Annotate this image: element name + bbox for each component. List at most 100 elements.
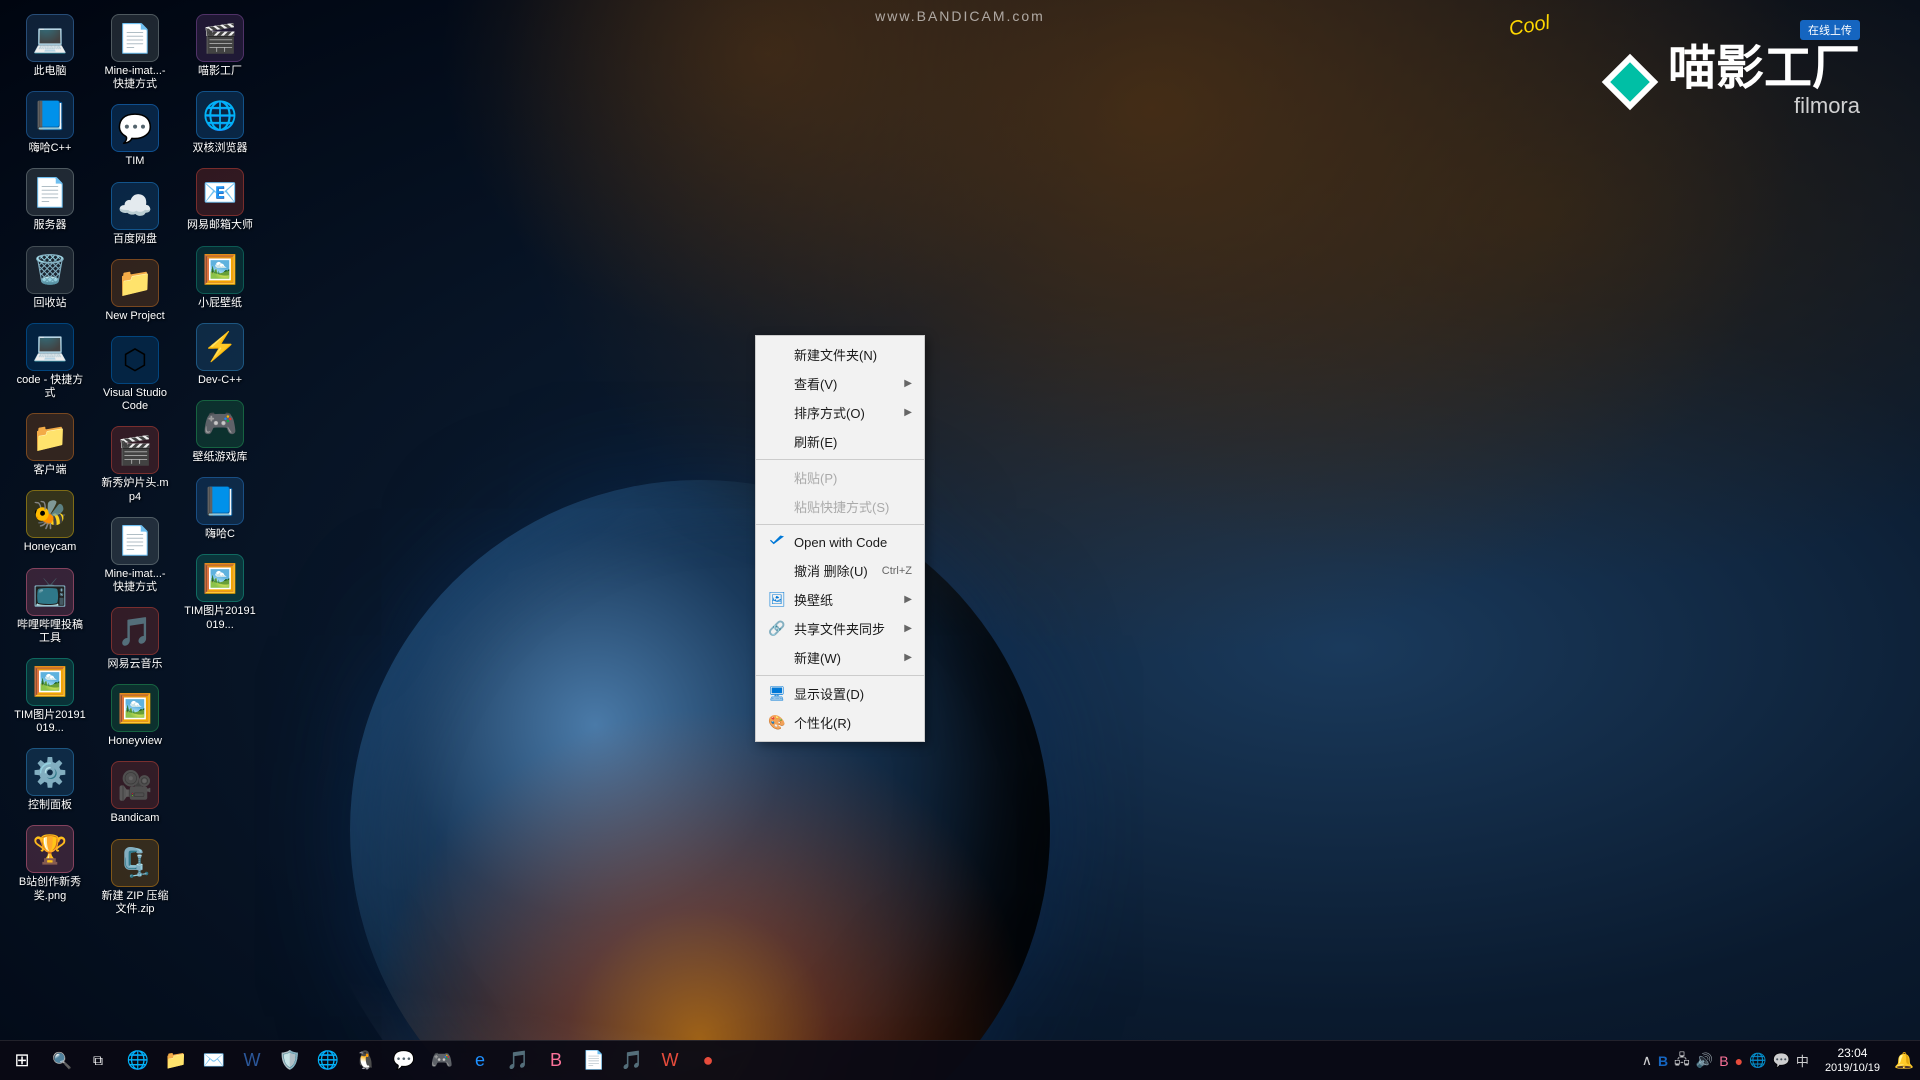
context-menu-item-new-folder[interactable]: 新建文件夹(N) [756,340,924,369]
context-item-icon-wallpaper-sub: 🖼 [768,591,786,609]
tray-lang[interactable]: 中 [1796,1051,1809,1070]
context-menu-item-new[interactable]: 新建(W)▶ [756,643,924,672]
brand-text: 喵影工厂 filmora [1668,45,1860,119]
context-item-label-refresh: 刷新(E) [794,432,912,451]
context-menu-item-sort[interactable]: 排序方式(O)▶ [756,398,924,427]
desktop: www.BANDICAM.com Cool 在线上传 喵影工厂 filmora … [0,0,1920,1080]
desktop-icon-bilibili-award[interactable]: 🏆B站创作新秀奖.png [10,821,90,906]
desktop-icon-new-zip[interactable]: 🗜️新建 ZIP 压缩文件.zip [95,835,175,920]
taskbar: ⊞ 🔍 ⧉ 🌐 📁 ✉️ W 🛡️ 🌐 🐧 💬 🎮 e 🎵 B 📄 🎵 W ● … [0,1040,1920,1080]
icon-label-new-clip: 新秀炉片头.mp4 [99,477,171,503]
desktop-icon-bibicast[interactable]: 📺哔哩哔哩投稿工具 [10,564,90,649]
taskbar-word2[interactable]: W [652,1043,688,1079]
desktop-icon-control-panel[interactable]: ⚙️控制面板 [10,744,90,816]
desktop-icon-code-shortcut[interactable]: 💻code - 快捷方式 [10,319,90,404]
icon-label-honeycam: Honeycam [24,541,77,554]
task-view-button[interactable]: ⧉ [80,1043,116,1079]
desktop-icon-customer-service[interactable]: 📁客户端 [10,409,90,481]
desktop-icon-tim-image2[interactable]: 🖼️TIM图片20191019... [180,550,260,635]
desktop-icon-small-wall[interactable]: 🖼️小屁壁纸 [180,242,260,314]
context-item-arrow-wallpaper-sub: ▶ [904,594,912,605]
icon-img-customer-service: 📁 [26,413,74,461]
desktop-icon-tim[interactable]: 💬TIM [95,100,175,172]
notification-button[interactable]: 🔔 [1888,1041,1920,1080]
context-item-icon-share-sync: 🔗 [768,620,786,638]
desktop-icon-mine-shortcut2[interactable]: 📄Mine-imat...-快捷方式 [95,513,175,598]
brand-title: 喵影工厂 [1668,45,1860,93]
tray-network-icon[interactable]: 🖧 [1674,1049,1690,1073]
brand-logo: 喵影工厂 filmora [1603,45,1860,119]
brand-overlay: 在线上传 喵影工厂 filmora [1603,20,1860,119]
watermark: www.BANDICAM.com [875,8,1045,24]
desktop-icon-honeycam[interactable]: 🐝Honeycam [10,486,90,558]
taskbar-music[interactable]: 🎵 [500,1043,536,1079]
taskbar-word[interactable]: W [234,1043,270,1079]
tray-misc1[interactable]: B [1719,1053,1728,1069]
context-menu-item-wallpaper-sub[interactable]: 🖼 换壁纸 ▶ [756,585,924,614]
context-menu-item-view[interactable]: 查看(V)▶ [756,369,924,398]
desktop-icon-dual-browser[interactable]: 🌐双核浏览器 [180,87,260,159]
taskbar-ie[interactable]: e [462,1043,498,1079]
icon-img-tim-image2: 🖼️ [196,554,244,602]
taskbar-clock[interactable]: 23:04 2019/10/19 [1817,1046,1888,1076]
desktop-icon-recycle-bin[interactable]: 🗑️回收站 [10,242,90,314]
desktop-icon-learn-c[interactable]: 📘嗨哈C [180,473,260,545]
context-menu-item-open-with-code[interactable]: Open with Code [756,528,924,556]
taskbar-netease[interactable]: 🎵 [614,1043,650,1079]
taskbar-defender[interactable]: 🛡️ [272,1043,308,1079]
desktop-icon-tim-image[interactable]: 🖼️TIM图片20191019... [10,654,90,739]
icon-img-learn-cpp: 📘 [26,91,74,139]
taskbar-wechat[interactable]: 💬 [386,1043,422,1079]
desktop-icon-new-project[interactable]: 📁New Project [95,255,175,327]
icon-label-miao-factory: 喵影工厂 [198,65,242,78]
desktop-icon-services[interactable]: 📄服务器 [10,164,90,236]
context-item-icon-new [768,649,786,667]
icon-img-tim-image: 🖼️ [26,658,74,706]
taskbar-mail[interactable]: ✉️ [196,1043,232,1079]
taskbar-items: 🌐 📁 ✉️ W 🛡️ 🌐 🐧 💬 🎮 e 🎵 B 📄 🎵 W ● [116,1041,1634,1080]
desktop-icon-wallpaper-lib[interactable]: 🎮壁纸游戏库 [180,396,260,468]
desktop-icon-miao-factory[interactable]: 🎬喵影工厂 [180,10,260,82]
icon-label-code-shortcut: code - 快捷方式 [14,374,86,400]
context-item-label-view: 查看(V) [794,374,900,393]
tray-misc2[interactable]: ● [1735,1053,1743,1069]
context-menu-item-undo[interactable]: 撤消 删除(U)Ctrl+Z [756,556,924,585]
tray-volume-icon[interactable]: 🔊 [1696,1052,1713,1069]
desktop-icon-new-clip[interactable]: 🎬新秀炉片头.mp4 [95,422,175,507]
tray-misc4[interactable]: 💬 [1772,1052,1789,1069]
tray-b-icon[interactable]: B [1658,1053,1668,1069]
taskbar-steam[interactable]: 🎮 [424,1043,460,1079]
desktop-icon-email-master[interactable]: 📧网易邮箱大师 [180,164,260,236]
taskbar-edge[interactable]: 🌐 [120,1043,156,1079]
search-button[interactable]: 🔍 [44,1041,80,1080]
context-menu-item-personalize[interactable]: 🎨个性化(R) [756,708,924,737]
taskbar-bilibili[interactable]: B [538,1043,574,1079]
desktop-icon-baiduyun[interactable]: ☁️百度网盘 [95,178,175,250]
desktop-icon-honeyview[interactable]: 🖼️Honeyview [95,680,175,752]
desktop-icon-bandicam[interactable]: 🎥Bandicam [95,757,175,829]
desktop-icon-netease-music[interactable]: 🎵网易云音乐 [95,603,175,675]
desktop-icon-vscode[interactable]: ⬡Visual Studio Code [95,332,175,417]
desktop-icon-learn-cpp[interactable]: 📘嗨哈C++ [10,87,90,159]
start-button[interactable]: ⊞ [0,1041,44,1080]
taskbar-misc[interactable]: ● [690,1043,726,1079]
taskbar-network[interactable]: 🌐 [310,1043,346,1079]
tray-up-arrow[interactable]: ∧ [1642,1052,1652,1069]
taskbar-qq[interactable]: 🐧 [348,1043,384,1079]
icon-label-dual-browser: 双核浏览器 [193,142,248,155]
context-item-label-paste: 粘贴(P) [794,468,912,487]
icon-img-wallpaper-lib: 🎮 [196,400,244,448]
desktop-icon-this-pc[interactable]: 💻此电脑 [10,10,90,82]
desktop-icon-devcpp[interactable]: ⚡Dev-C++ [180,319,260,391]
taskbar-files[interactable]: 📄 [576,1043,612,1079]
context-menu-item-share-sync[interactable]: 🔗共享文件夹同步▶ [756,614,924,643]
context-menu-item-display-settings[interactable]: 🖥显示设置(D) [756,679,924,708]
desktop-icon-mine-shortcut1[interactable]: 📄Mine-imat...-快捷方式 [95,10,175,95]
context-item-label-wallpaper-sub: 换壁纸 [794,590,900,609]
tray-misc3[interactable]: 🌐 [1749,1052,1766,1069]
taskbar-folder[interactable]: 📁 [158,1043,194,1079]
icon-label-new-zip: 新建 ZIP 压缩文件.zip [99,890,171,916]
context-menu-item-refresh[interactable]: 刷新(E) [756,427,924,456]
icon-label-netease-music: 网易云音乐 [108,658,163,671]
taskbar-tray: ∧ B 🖧 🔊 B ● 🌐 💬 中 [1634,1041,1817,1080]
